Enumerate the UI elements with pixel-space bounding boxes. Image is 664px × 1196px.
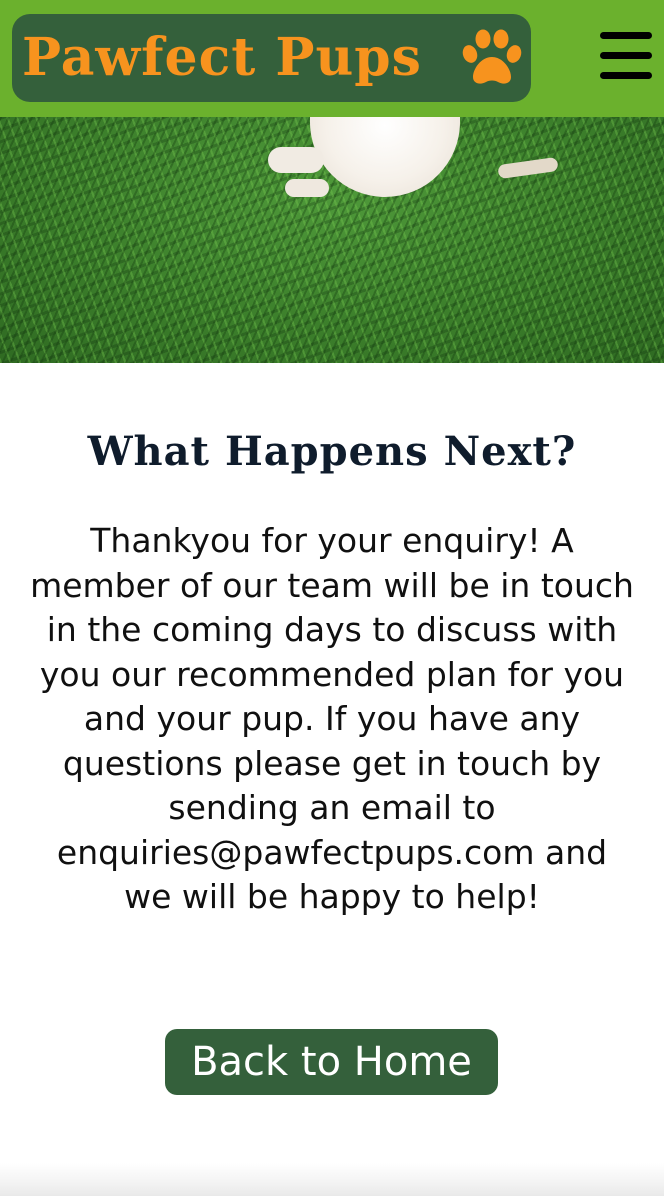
main-content: What Happens Next? Thankyou for your enq… bbox=[0, 363, 664, 1163]
site-logo[interactable]: Pawfect Pups bbox=[12, 14, 531, 102]
page-title: What Happens Next? bbox=[87, 428, 577, 475]
paw-icon bbox=[462, 29, 522, 84]
dog-paw bbox=[497, 156, 559, 180]
site-header: Pawfect Pups bbox=[0, 0, 664, 117]
hero-image bbox=[0, 117, 664, 363]
dog-paw bbox=[285, 179, 329, 197]
dog-paw bbox=[268, 147, 324, 173]
back-to-home-button[interactable]: Back to Home bbox=[165, 1029, 498, 1095]
footer-edge bbox=[0, 1163, 664, 1196]
hamburger-menu-icon[interactable] bbox=[600, 32, 652, 80]
page: Pawfect Pups What Happens Next? Thankyou… bbox=[0, 0, 664, 1196]
dog-body bbox=[310, 117, 460, 197]
brand-name: Pawfect Pups bbox=[22, 27, 422, 88]
enquiry-message: Thankyou for your enquiry! A member of o… bbox=[30, 521, 634, 916]
